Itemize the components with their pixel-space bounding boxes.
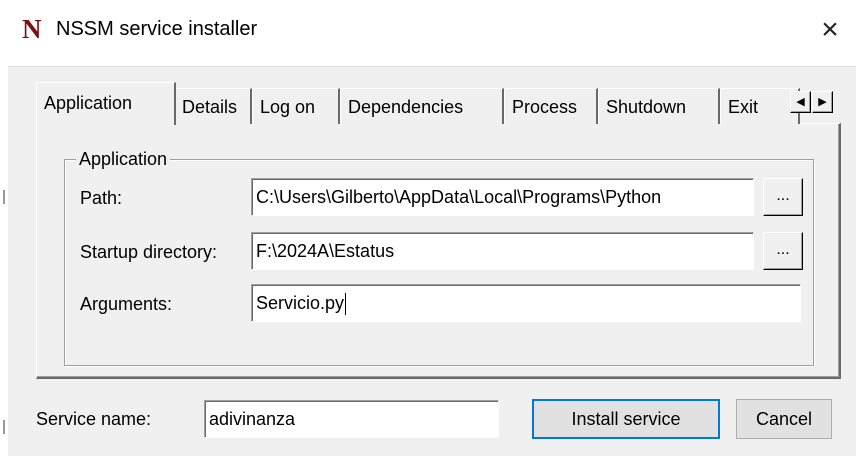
tab-shutdown[interactable]: Shutdown [598, 88, 720, 124]
edge-tick [3, 420, 5, 434]
path-input[interactable]: C:\Users\Gilberto\AppData\Local\Programs… [251, 178, 754, 216]
arguments-label: Arguments: [80, 294, 173, 314]
startup-browse-button[interactable]: ... [763, 232, 803, 270]
tab-dependencies[interactable]: Dependencies [340, 88, 504, 124]
text-caret [345, 293, 347, 316]
arrow-right-icon: ▶ [818, 95, 827, 108]
tab-log-on[interactable]: Log on [252, 88, 340, 124]
tab-scroll-left-button[interactable]: ◀ [790, 91, 811, 113]
tab-strip: Application Details Log on Dependencies … [36, 80, 808, 125]
title-bar: N NSSM service installer × [8, 0, 856, 66]
nssm-logo-icon: N [22, 14, 42, 44]
tab-process[interactable]: Process [504, 88, 598, 124]
tab-exit[interactable]: Exit [720, 88, 800, 124]
close-button[interactable]: × [810, 10, 850, 50]
startup-directory-label: Startup directory: [80, 242, 218, 262]
path-label: Path: [80, 188, 123, 208]
tab-scroll-right-button[interactable]: ▶ [812, 91, 833, 113]
path-browse-button[interactable]: ... [763, 178, 803, 216]
arguments-input[interactable]: Servicio.py [251, 284, 801, 322]
service-name-input[interactable]: adivinanza [204, 400, 499, 438]
left-window-edge [0, 0, 8, 456]
cancel-button[interactable]: Cancel [736, 399, 832, 439]
edge-tick [3, 190, 5, 204]
service-name-label: Service name: [36, 409, 152, 429]
arrow-left-icon: ◀ [796, 95, 805, 108]
window-title: NSSM service installer [56, 18, 258, 40]
tab-details[interactable]: Details [174, 88, 252, 124]
install-service-button[interactable]: Install service [532, 399, 720, 439]
group-label: Application [76, 148, 171, 170]
arguments-value: Servicio.py [256, 293, 345, 313]
tab-application[interactable]: Application [36, 82, 176, 125]
startup-directory-input[interactable]: F:\2024A\Estatus [251, 232, 754, 270]
divider [8, 66, 856, 67]
